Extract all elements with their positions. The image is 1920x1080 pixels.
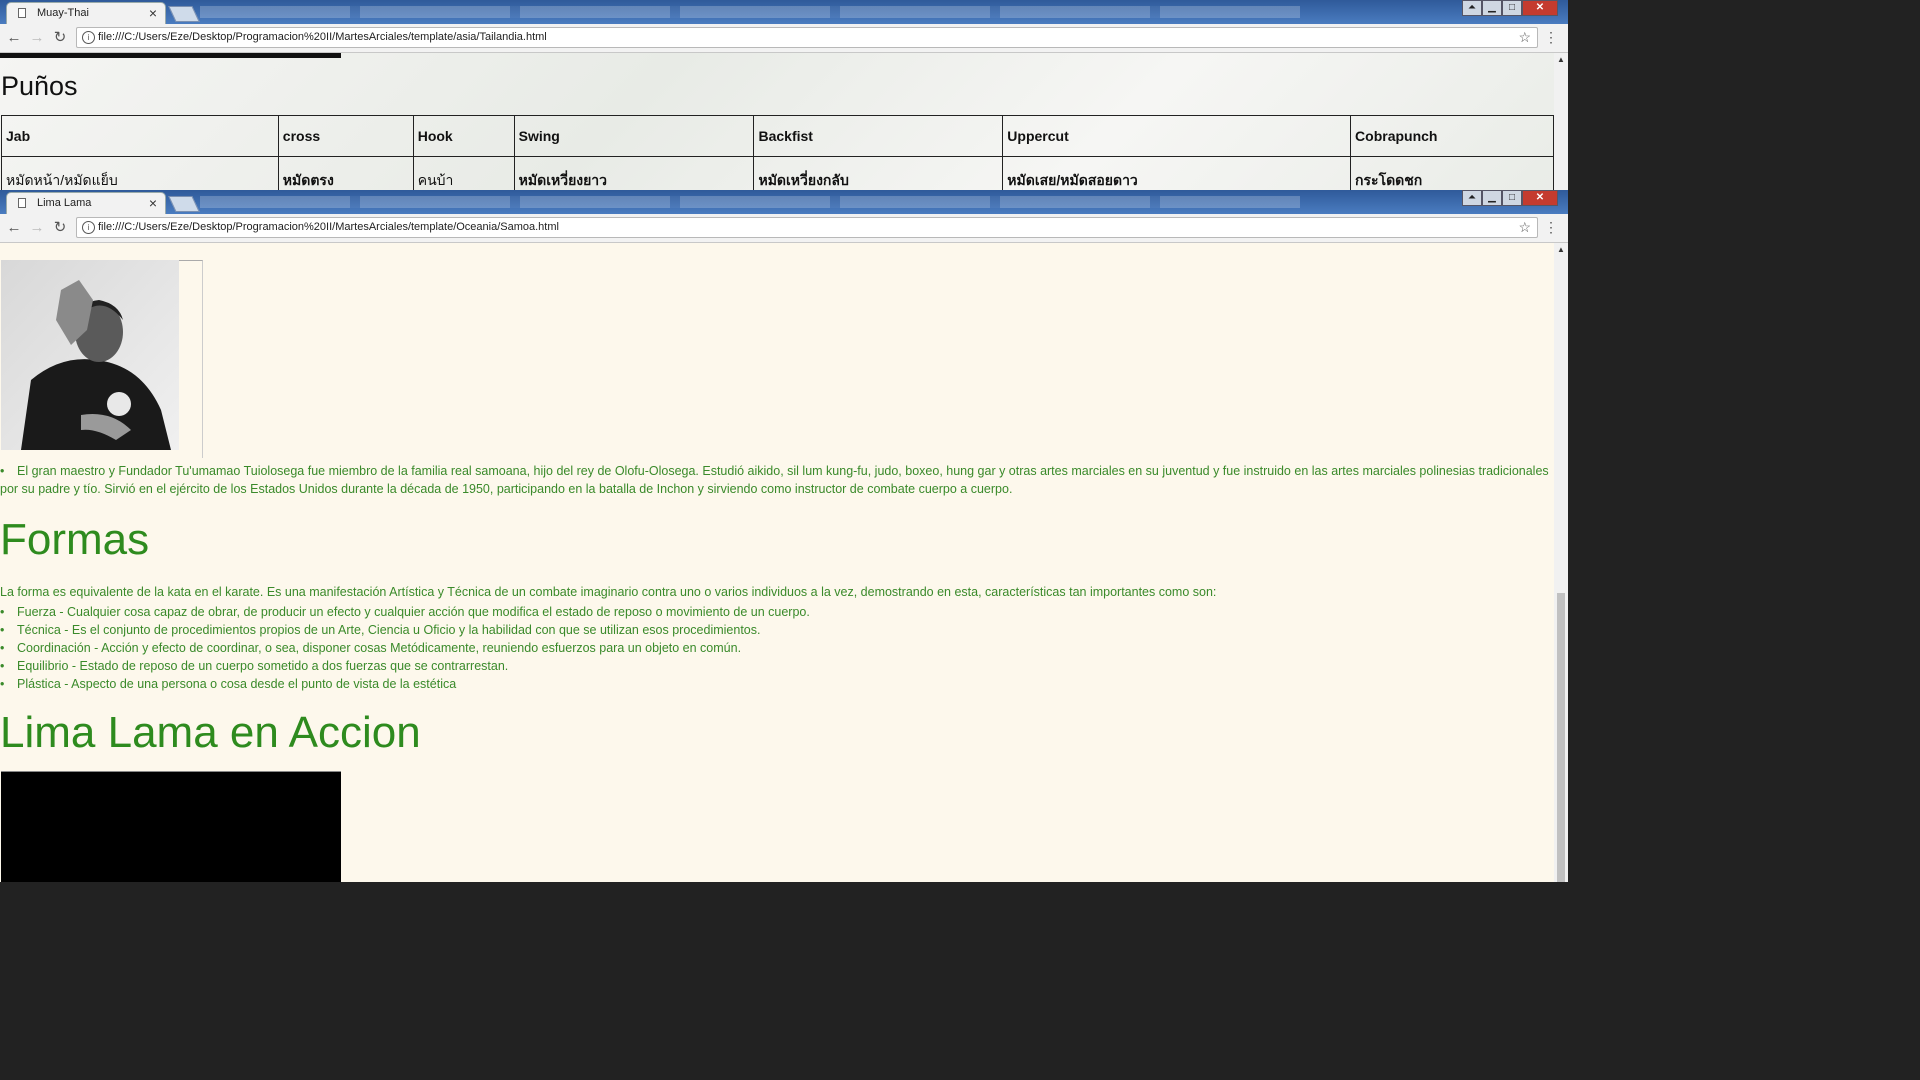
browser-toolbar: ← → ↻ i file:///C:/Users/Eze/Desktop/Pro… <box>0 214 1568 243</box>
page-content-lima-lama: El gran maestro y Fundador Tu'umamao Tui… <box>0 243 1568 882</box>
browser-toolbar: ← → ↻ i file:///C:/Users/Eze/Desktop/Pro… <box>0 24 1568 53</box>
table-cell: คนบ้า <box>412 156 515 190</box>
scrollbar[interactable]: ▲ <box>1554 53 1568 190</box>
background-tabs <box>200 6 1300 18</box>
scroll-up-icon[interactable]: ▲ <box>1557 245 1565 254</box>
window-controls: ⏶ ▁ □ ✕ <box>1462 0 1558 16</box>
window-controls: ⏶ ▁ □ ✕ <box>1462 190 1558 206</box>
table-cell: Jab <box>1 115 279 157</box>
user-icon[interactable]: ⏶ <box>1462 0 1482 16</box>
url-text[interactable]: file:///C:/Users/Eze/Desktop/Programacio… <box>98 221 559 233</box>
back-icon[interactable]: ← <box>6 30 22 46</box>
list-item-text: Equilibrio - Estado de reposo de un cuer… <box>17 659 509 673</box>
dark-bar <box>0 53 341 58</box>
punos-heading: Puños <box>1 71 78 101</box>
list-item: Coordinación - Acción y efecto de coordi… <box>0 639 810 657</box>
table-cell: Uppercut <box>1002 115 1352 157</box>
address-bar[interactable]: i file:///C:/Users/Eze/Desktop/Programac… <box>76 27 1538 48</box>
accion-heading: Lima Lama en Accion <box>0 708 421 757</box>
minimize-button[interactable]: ▁ <box>1482 190 1502 206</box>
reload-icon[interactable]: ↻ <box>52 220 68 236</box>
browser-window-lima-lama: Lima Lama × ⏶ ▁ □ ✕ ← → ↻ i file:///C:/U… <box>0 190 1568 882</box>
close-window-button[interactable]: ✕ <box>1522 0 1558 16</box>
list-item-text: Técnica - Es el conjunto de procedimient… <box>17 623 761 637</box>
portrait-photo <box>1 260 179 450</box>
table-cell: Hook <box>412 115 515 157</box>
tab-muay-thai[interactable]: Muay-Thai × <box>6 2 166 24</box>
table-header-row: Jab cross Hook Swing Backfist Uppercut C… <box>1 115 1554 157</box>
back-icon[interactable]: ← <box>6 220 22 236</box>
table-cell: หมัดเหวี่ยงกลับ <box>753 156 1004 190</box>
table-cell: Backfist <box>753 115 1004 157</box>
url-text[interactable]: file:///C:/Users/Eze/Desktop/Programacio… <box>98 31 547 43</box>
tab-title: Lima Lama <box>37 197 92 209</box>
table-row: หมัดหน้า/หมัดแย็บ หมัดตรง คนบ้า หมัดเหวี… <box>1 156 1554 190</box>
table-cell: หมัดตรง <box>277 156 414 190</box>
menu-icon[interactable]: ⋮ <box>1544 219 1558 236</box>
list-item: El gran maestro y Fundador Tu'umamao Tui… <box>0 462 1550 498</box>
forward-icon[interactable]: → <box>29 30 45 46</box>
formas-intro: La forma es equivalente de la kata en el… <box>0 585 1217 599</box>
forward-icon[interactable]: → <box>29 220 45 236</box>
table-cell: Cobrapunch <box>1350 115 1554 157</box>
maximize-button[interactable]: □ <box>1502 0 1522 16</box>
table-cell: หมัดเสย/หมัดสอยดาว <box>1002 156 1352 190</box>
tab-close-icon[interactable]: × <box>149 5 157 21</box>
video-player[interactable] <box>1 771 341 882</box>
list-item: Técnica - Es el conjunto de procedimient… <box>0 621 810 639</box>
scrollbar-thumb[interactable] <box>1557 593 1565 882</box>
bookmark-star-icon[interactable]: ☆ <box>1518 219 1531 236</box>
table-cell: Swing <box>513 115 755 157</box>
punos-table: Jab cross Hook Swing Backfist Uppercut C… <box>1 115 1554 190</box>
scrollbar[interactable]: ▲ <box>1554 243 1568 882</box>
tab-close-icon[interactable]: × <box>149 195 157 211</box>
address-bar[interactable]: i file:///C:/Users/Eze/Desktop/Programac… <box>76 217 1538 238</box>
menu-icon[interactable]: ⋮ <box>1544 29 1558 46</box>
table-cell: cross <box>277 115 414 157</box>
document-icon <box>18 8 26 18</box>
scroll-up-icon[interactable]: ▲ <box>1557 55 1565 64</box>
page-content-muay-thai: Puños Jab cross Hook Swing Backfist Uppe… <box>0 53 1568 190</box>
list-item: Plástica - Aspecto de una persona o cosa… <box>0 675 810 693</box>
table-cell: กระโดดชก <box>1350 156 1554 190</box>
bio-list: El gran maestro y Fundador Tu'umamao Tui… <box>0 462 1550 498</box>
new-tab-button[interactable] <box>168 196 200 212</box>
minimize-button[interactable]: ▁ <box>1482 0 1502 16</box>
list-item-text: Coordinación - Acción y efecto de coordi… <box>17 641 742 655</box>
tab-strip: Muay-Thai × ⏶ ▁ □ ✕ <box>0 0 1568 24</box>
browser-window-muay-thai: Muay-Thai × ⏶ ▁ □ ✕ ← → ↻ i file:///C:/U… <box>0 0 1568 190</box>
list-item-text: Plástica - Aspecto de una persona o cosa… <box>17 677 457 691</box>
list-item: Fuerza - Cualquier cosa capaz de obrar, … <box>0 603 810 621</box>
maximize-button[interactable]: □ <box>1502 190 1522 206</box>
reload-icon[interactable]: ↻ <box>52 30 68 46</box>
info-icon[interactable]: i <box>82 31 95 44</box>
table-cell: หมัดหน้า/หมัดแย็บ <box>1 156 279 190</box>
close-window-button[interactable]: ✕ <box>1522 190 1558 206</box>
user-icon[interactable]: ⏶ <box>1462 190 1482 206</box>
tab-title: Muay-Thai <box>37 7 89 19</box>
formas-list: Fuerza - Cualquier cosa capaz de obrar, … <box>0 603 810 693</box>
table-cell: หมัดเหวี่ยงยาว <box>513 156 755 190</box>
new-tab-button[interactable] <box>168 6 200 22</box>
document-icon <box>18 198 26 208</box>
info-icon[interactable]: i <box>82 221 95 234</box>
background-tabs <box>200 196 1300 208</box>
bookmark-star-icon[interactable]: ☆ <box>1518 29 1531 46</box>
bio-text: El gran maestro y Fundador Tu'umamao Tui… <box>0 464 1549 496</box>
formas-heading: Formas <box>0 515 150 564</box>
list-item-text: Fuerza - Cualquier cosa capaz de obrar, … <box>17 605 810 619</box>
list-item: Equilibrio - Estado de reposo de un cuer… <box>0 657 810 675</box>
tab-lima-lama[interactable]: Lima Lama × <box>6 192 166 214</box>
tab-strip: Lima Lama × ⏶ ▁ □ ✕ <box>0 190 1568 214</box>
